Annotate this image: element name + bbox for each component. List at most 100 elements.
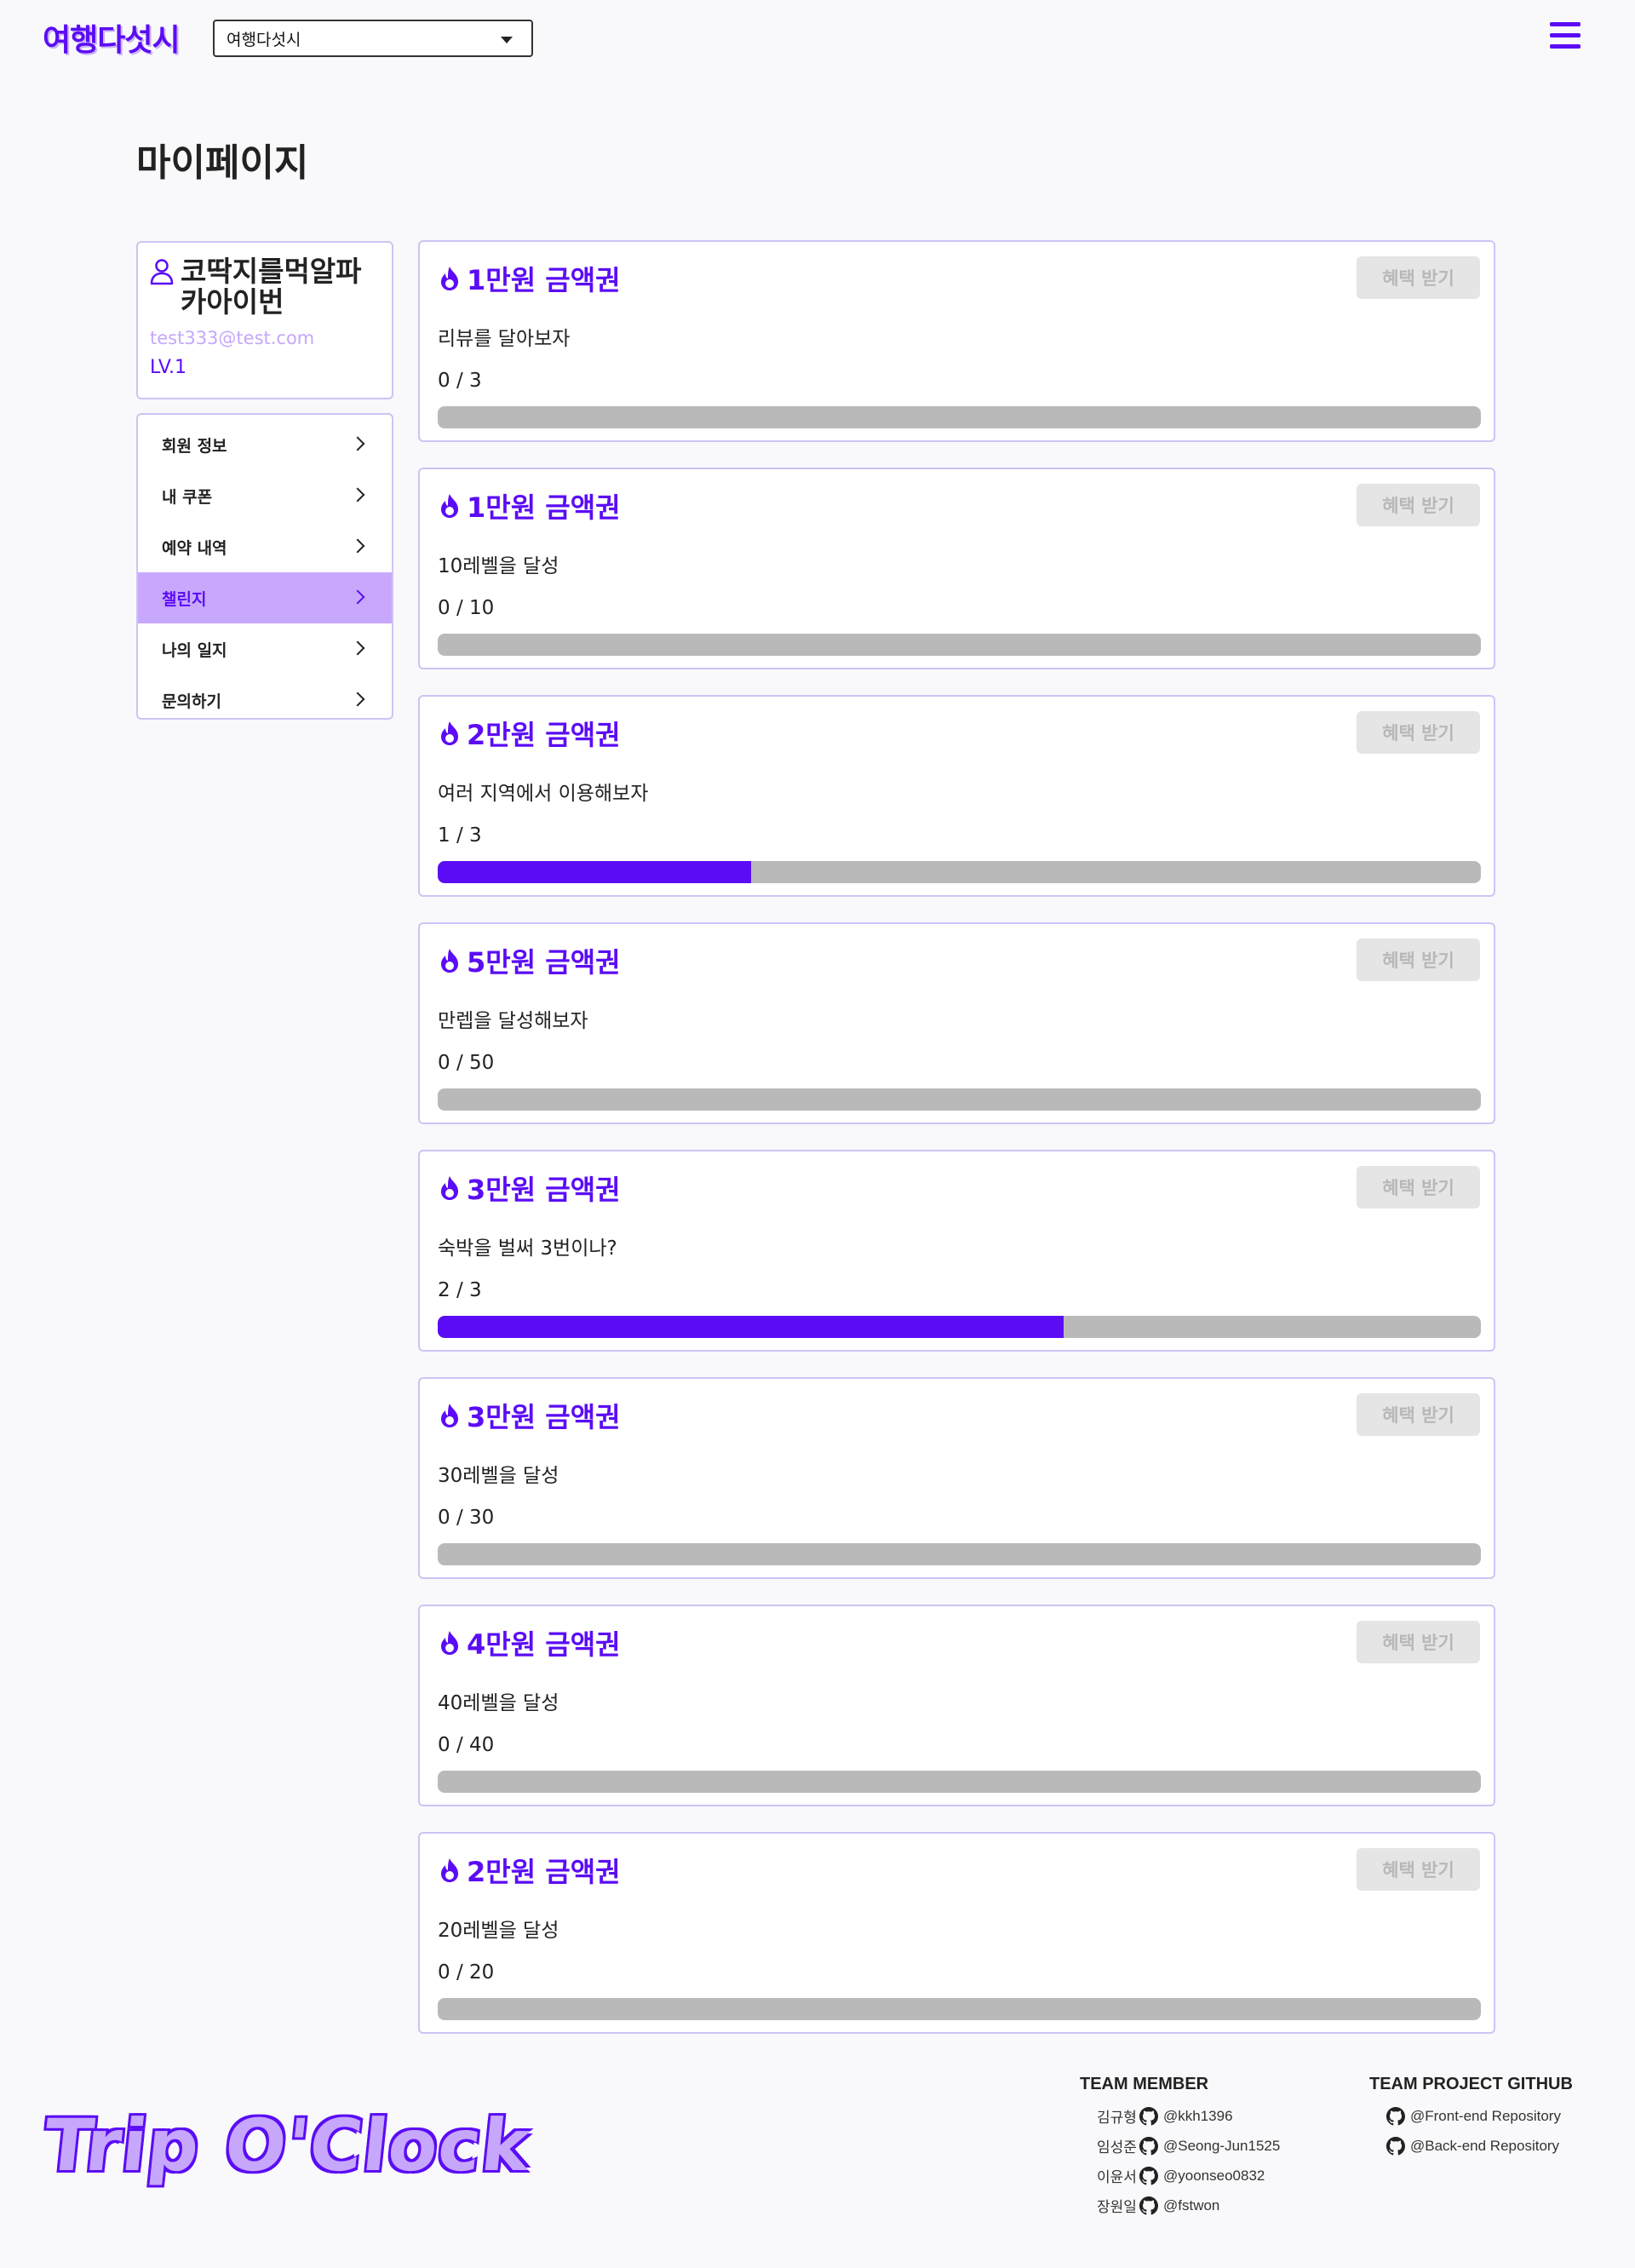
progress-bar xyxy=(438,1998,1481,2020)
claim-benefit-button[interactable]: 혜택 받기 xyxy=(1357,1848,1480,1891)
chevron-right-icon xyxy=(350,538,365,554)
challenge-card: 3만원 금액권 혜택 받기 30레벨을 달성 0 / 30 xyxy=(418,1377,1495,1579)
header: 여행다섯시 여행다섯시 xyxy=(0,0,1635,77)
challenge-progress-text: 0 / 3 xyxy=(438,370,482,392)
side-menu-item-journal[interactable]: 나의 일지 xyxy=(138,623,392,675)
challenge-progress-text: 2 / 3 xyxy=(438,1279,482,1301)
chevron-right-icon xyxy=(350,589,365,605)
profile-name: 코딱지를먹알파카아이번 xyxy=(181,255,362,319)
progress-bar xyxy=(438,1316,1481,1338)
claim-benefit-button[interactable]: 혜택 받기 xyxy=(1357,256,1480,299)
team-member-section: TEAM MEMBER 김규형 @kkh1396 임성준 @Seong-Jun1525… xyxy=(1080,2075,1335,2220)
progress-bar xyxy=(438,634,1481,656)
challenge-card: 1만원 금액권 혜택 받기 10레벨을 달성 0 / 10 xyxy=(418,468,1495,669)
challenge-card: 2만원 금액권 혜택 받기 20레벨을 달성 0 / 20 xyxy=(418,1832,1495,2034)
repo-link-label: @Front-end Repository xyxy=(1410,2107,1561,2124)
profile-email: test333@test.com xyxy=(150,328,315,348)
challenge-card: 2만원 금액권 혜택 받기 여러 지역에서 이용해보자 1 / 3 xyxy=(418,695,1495,897)
chevron-right-icon xyxy=(350,487,365,502)
footer-logo: Trip O'Clock xyxy=(39,2104,535,2187)
challenge-title-text: 5만원 금액권 xyxy=(467,946,621,979)
claim-benefit-button[interactable]: 혜택 받기 xyxy=(1357,1166,1480,1209)
member-github-handle[interactable]: @kkh1396 xyxy=(1163,2108,1233,2125)
fire-icon xyxy=(441,1176,458,1200)
repo-link[interactable]: @Back-end Repository xyxy=(1369,2131,1625,2161)
challenge-title-text: 2만원 금액권 xyxy=(467,719,621,751)
member-name: 이윤서 xyxy=(1097,2169,1137,2185)
challenge-progress-text: 0 / 20 xyxy=(438,1961,495,1984)
hamburger-menu-icon[interactable] xyxy=(1550,22,1580,51)
challenge-title: 5만원 금액권 xyxy=(438,941,621,980)
challenge-progress-text: 1 / 3 xyxy=(438,824,482,847)
claim-benefit-button[interactable]: 혜택 받기 xyxy=(1357,1393,1480,1436)
fire-icon xyxy=(441,949,458,973)
chevron-right-icon xyxy=(350,640,365,656)
progress-bar xyxy=(438,1088,1481,1111)
team-member-row[interactable]: 이윤서 @yoonseo0832 xyxy=(1080,2161,1335,2190)
claim-benefit-button[interactable]: 혜택 받기 xyxy=(1357,484,1480,526)
challenge-title: 3만원 금액권 xyxy=(438,1168,621,1208)
member-name: 임성준 xyxy=(1097,2139,1137,2156)
challenge-progress-text: 0 / 40 xyxy=(438,1734,495,1756)
claim-benefit-button[interactable]: 혜택 받기 xyxy=(1357,1621,1480,1663)
side-menu-label: 챌린지 xyxy=(162,589,207,609)
challenge-title-text: 3만원 금액권 xyxy=(467,1401,621,1433)
member-github-handle[interactable]: @fstwon xyxy=(1163,2197,1219,2214)
site-logo[interactable]: 여행다섯시 xyxy=(43,15,181,60)
profile-card: 코딱지를먹알파카아이번 test333@test.com LV.1 xyxy=(136,241,393,399)
github-icon xyxy=(1139,2136,1158,2155)
member-name: 장원일 xyxy=(1097,2199,1137,2215)
page-title: 마이페이지 xyxy=(136,141,309,185)
fire-icon xyxy=(441,1404,458,1427)
side-menu-item-coupons[interactable]: 내 쿠폰 xyxy=(138,470,392,521)
github-icon xyxy=(1139,2166,1158,2185)
challenge-progress-text: 0 / 10 xyxy=(438,597,495,619)
user-icon xyxy=(150,259,174,285)
team-member-row[interactable]: 임성준 @Seong-Jun1525 xyxy=(1080,2131,1335,2161)
side-menu-label: 예약 내역 xyxy=(162,538,227,558)
challenge-description: 만렙을 달성해보자 xyxy=(438,1010,588,1032)
member-github-handle[interactable]: @yoonseo0832 xyxy=(1163,2168,1265,2185)
side-menu-item-inquiry[interactable]: 문의하기 xyxy=(138,675,392,718)
progress-bar xyxy=(438,861,1481,883)
claim-benefit-button[interactable]: 혜택 받기 xyxy=(1357,711,1480,754)
challenge-title: 1만원 금액권 xyxy=(438,259,621,298)
challenge-description: 30레벨을 달성 xyxy=(438,1465,559,1487)
side-menu: 회원 정보 내 쿠폰 예약 내역 챌린지 나의 일지 문의하기 xyxy=(136,413,393,720)
github-icon xyxy=(1386,2106,1405,2125)
team-member-row[interactable]: 장원일 @fstwon xyxy=(1080,2190,1335,2220)
challenge-progress-text: 0 / 50 xyxy=(438,1052,495,1074)
challenge-description: 20레벨을 달성 xyxy=(438,1920,559,1942)
challenge-title-text: 4만원 금액권 xyxy=(467,1628,621,1661)
challenge-description: 숙박을 벌써 3번이나? xyxy=(438,1237,617,1260)
challenge-title-text: 1만원 금액권 xyxy=(467,491,621,524)
challenge-title: 2만원 금액권 xyxy=(438,1851,621,1890)
side-menu-item-member-info[interactable]: 회원 정보 xyxy=(138,419,392,470)
fire-icon xyxy=(441,1631,458,1655)
team-member-row[interactable]: 김규형 @kkh1396 xyxy=(1080,2101,1335,2131)
progress-bar-fill xyxy=(438,1316,1064,1338)
region-select[interactable]: 여행다섯시 xyxy=(213,20,533,57)
progress-bar xyxy=(438,406,1481,428)
side-menu-label: 회원 정보 xyxy=(162,436,227,456)
challenge-title: 2만원 금액권 xyxy=(438,714,621,753)
repo-link[interactable]: @Front-end Repository xyxy=(1369,2101,1625,2131)
challenge-progress-text: 0 / 30 xyxy=(438,1507,495,1529)
challenge-description: 40레벨을 달성 xyxy=(438,1692,559,1714)
challenge-title: 1만원 금액권 xyxy=(438,486,621,525)
profile-level: LV.1 xyxy=(150,357,187,378)
chevron-right-icon xyxy=(350,436,365,451)
progress-bar-fill xyxy=(438,861,751,883)
side-menu-label: 나의 일지 xyxy=(162,640,227,660)
challenge-card: 4만원 금액권 혜택 받기 40레벨을 달성 0 / 40 xyxy=(418,1605,1495,1806)
repo-link-label: @Back-end Repository xyxy=(1410,2137,1560,2154)
member-github-handle[interactable]: @Seong-Jun1525 xyxy=(1163,2138,1280,2155)
github-icon xyxy=(1139,2106,1158,2125)
claim-benefit-button[interactable]: 혜택 받기 xyxy=(1357,939,1480,981)
team-github-heading: TEAM PROJECT GITHUB xyxy=(1369,2075,1573,2093)
fire-icon xyxy=(441,494,458,518)
side-menu-item-challenge[interactable]: 챌린지 xyxy=(138,572,392,623)
side-menu-item-reservations[interactable]: 예약 내역 xyxy=(138,521,392,572)
region-select-value: 여행다섯시 xyxy=(227,30,301,49)
fire-icon xyxy=(441,267,458,290)
